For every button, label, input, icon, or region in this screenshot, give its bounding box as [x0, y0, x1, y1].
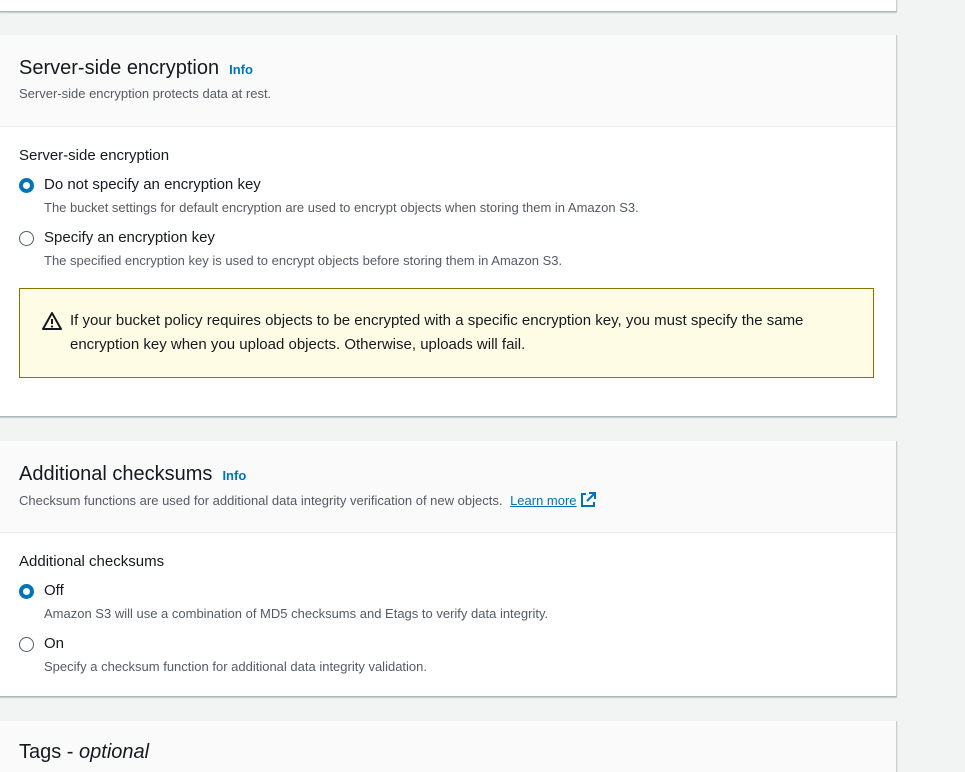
radio-description: The bucket settings for default encrypti… [44, 200, 639, 215]
radio-specify-encryption-key[interactable]: Specify an encryption key The specified … [19, 229, 877, 268]
external-link-icon[interactable] [580, 492, 596, 508]
radio-no-encryption-key[interactable]: Do not specify an encryption key The buc… [19, 176, 877, 215]
checksums-info-link[interactable]: Info [222, 468, 246, 483]
radio-checksums-off[interactable]: Off Amazon S3 will use a combination of … [19, 582, 877, 621]
tags-title: Tags - optional [19, 741, 877, 764]
checksums-description: Checksum functions are used for addition… [19, 492, 877, 508]
checksums-description-text: Checksum functions are used for addition… [19, 493, 503, 508]
encryption-body: Server-side encryption Do not specify an… [0, 127, 896, 378]
checksums-title-text: Additional checksums [19, 463, 213, 485]
tags-header: Tags - optional [0, 721, 896, 772]
checksums-title: Additional checksums Info [19, 463, 877, 486]
encryption-header: Server-side encryption Info Server-side … [0, 35, 896, 127]
tags-optional-text: optional [79, 741, 150, 763]
encryption-description: Server-side encryption protects data at … [19, 86, 272, 101]
checksums-section: Additional checksums Info Checksum funct… [0, 441, 897, 697]
encryption-title-text: Server-side encryption [19, 57, 220, 79]
checksums-header: Additional checksums Info Checksum funct… [0, 441, 896, 533]
radio-description: The specified encryption key is used to … [44, 253, 563, 268]
encryption-info-link[interactable]: Info [229, 62, 253, 77]
radio-button[interactable] [19, 231, 34, 246]
radio-checksums-on[interactable]: On Specify a checksum function for addit… [19, 635, 877, 674]
radio-button-checked[interactable] [19, 584, 34, 599]
tags-title-text: Tags - [19, 741, 80, 763]
warning-text: If your bucket policy requires objects t… [70, 312, 804, 353]
encryption-warning-alert: If your bucket policy requires objects t… [19, 288, 874, 378]
encryption-field-label: Server-side encryption [19, 147, 170, 164]
checksums-body: Additional checksums Off Amazon S3 will … [0, 533, 896, 674]
previous-section-card [0, 0, 897, 12]
warning-icon [42, 312, 62, 330]
learn-more-link[interactable]: Learn more [510, 492, 596, 508]
encryption-title: Server-side encryption Info [19, 57, 877, 80]
radio-description: Specify a checksum function for addition… [44, 659, 427, 674]
radio-label: Do not specify an encryption key [44, 176, 261, 193]
tags-section: Tags - optional [0, 721, 897, 772]
radio-button-checked[interactable] [19, 178, 34, 193]
encryption-section: Server-side encryption Info Server-side … [0, 35, 897, 417]
radio-label: On [44, 635, 65, 652]
radio-label: Off [44, 582, 64, 599]
radio-description: Amazon S3 will use a combination of MD5 … [44, 606, 549, 621]
learn-more-text[interactable]: Learn more [510, 493, 576, 508]
radio-label: Specify an encryption key [44, 229, 215, 246]
radio-button[interactable] [19, 637, 34, 652]
checksums-field-label: Additional checksums [19, 553, 165, 570]
